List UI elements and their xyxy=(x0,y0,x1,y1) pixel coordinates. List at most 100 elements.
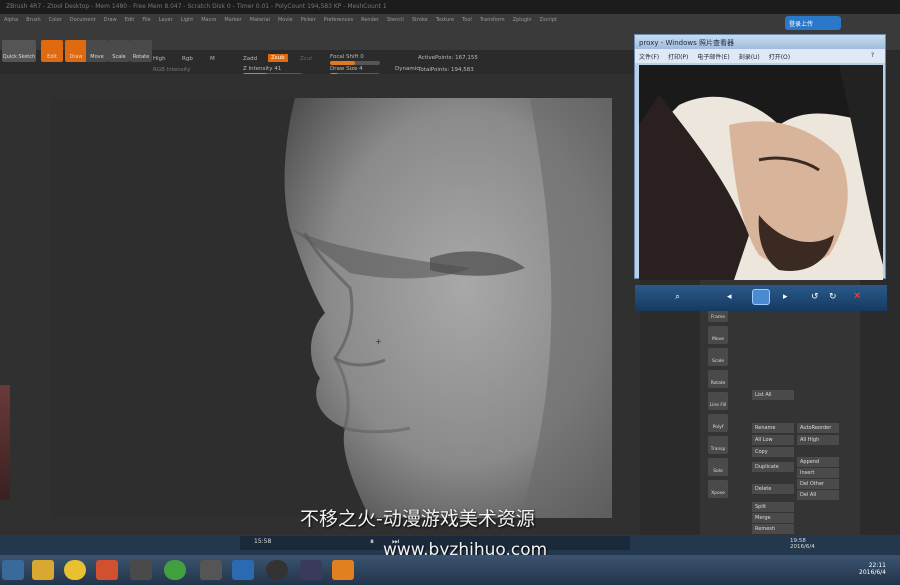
sculpt-canvas[interactable]: + xyxy=(50,98,612,518)
menu-item-render[interactable]: Render xyxy=(361,17,379,23)
start-icon[interactable] xyxy=(2,560,24,580)
focal-shift-slider[interactable]: Focal Shift 0 xyxy=(330,54,364,60)
autoreorder-button[interactable]: AutoReorder xyxy=(797,423,839,433)
menu-item-file[interactable]: File xyxy=(142,17,150,23)
menu-item-texture[interactable]: Texture xyxy=(436,17,454,23)
m-button[interactable]: M xyxy=(210,56,215,62)
rgb-button[interactable]: Rgb xyxy=(182,56,193,62)
remesh-button[interactable]: Remesh xyxy=(752,524,794,534)
menu-item-color[interactable]: Color xyxy=(49,17,62,23)
menu-item-edit[interactable]: Edit xyxy=(125,17,135,23)
delete-button[interactable]: Delete xyxy=(752,484,794,494)
menu-item-picker[interactable]: Picker xyxy=(301,17,316,23)
split-button[interactable]: Split xyxy=(752,502,794,512)
menu-item-macro[interactable]: Macro xyxy=(201,17,216,23)
move-button[interactable]: Move xyxy=(86,40,108,62)
merge-button[interactable]: Merge xyxy=(752,513,794,523)
zcut-button[interactable]: Zcut xyxy=(300,56,312,62)
menu-item-zplugin[interactable]: Zplugin xyxy=(513,17,532,23)
video-app-icon[interactable] xyxy=(300,560,322,580)
high-button[interactable]: High xyxy=(153,56,166,62)
menu-item-tool[interactable]: Tool xyxy=(462,17,472,23)
menu-item-layer[interactable]: Layer xyxy=(159,17,173,23)
smiley-icon[interactable] xyxy=(64,560,86,580)
side-scale-button[interactable]: Scale xyxy=(708,348,728,366)
viewer-menu-open[interactable]: 打开(O) xyxy=(769,54,790,61)
menu-item-document[interactable]: Document xyxy=(70,17,96,23)
zbrush-icon[interactable] xyxy=(200,560,222,580)
menu-item-brush[interactable]: Brush xyxy=(26,17,40,23)
side-transp-button[interactable]: Transp xyxy=(708,436,728,454)
folder-icon[interactable] xyxy=(32,560,54,580)
duplicate-button[interactable]: Duplicate xyxy=(752,462,794,472)
menu-item-preferences[interactable]: Preferences xyxy=(324,17,353,23)
obs-icon[interactable] xyxy=(266,560,288,580)
rgb-intensity-label[interactable]: RGB Intensity xyxy=(153,67,191,73)
menu-item-draw[interactable]: Draw xyxy=(104,17,117,23)
zsub-button[interactable]: Zsub xyxy=(268,54,288,62)
all-high-button[interactable]: All High xyxy=(797,435,839,445)
viewer-menu-print[interactable]: 打印(P) xyxy=(668,54,688,61)
draw-button[interactable]: Draw xyxy=(65,40,87,62)
next-icon[interactable]: ▸ xyxy=(783,292,788,302)
login-upload-button[interactable]: 登录上传 xyxy=(785,16,841,30)
side-xpose-button[interactable]: Xpose xyxy=(708,480,728,498)
menu-item-zscript[interactable]: Zscript xyxy=(540,17,557,23)
zadd-button[interactable]: Zadd xyxy=(243,56,257,62)
append-button[interactable]: Append xyxy=(797,457,839,467)
list-all-button[interactable]: List All xyxy=(752,390,794,400)
menu-item-stroke[interactable]: Stroke xyxy=(412,17,428,23)
menu-item-stencil[interactable]: Stencil xyxy=(387,17,404,23)
app-icon[interactable] xyxy=(130,560,152,580)
media-player-icon[interactable] xyxy=(332,560,354,580)
side-rotate-button[interactable]: Rotate xyxy=(708,370,728,388)
rotate-button[interactable]: Rotate xyxy=(130,40,152,62)
menu-item-alpha[interactable]: Alpha xyxy=(4,17,18,23)
menu-item-light[interactable]: Light xyxy=(181,17,193,23)
photo-viewer-window: proxy - Windows 照片查看器 文件(F) 打印(P) 电子邮件(E… xyxy=(634,34,887,311)
viewer-menu-email[interactable]: 电子邮件(E) xyxy=(697,54,729,61)
wechat-icon[interactable] xyxy=(164,560,186,580)
rotate-label: Rotate xyxy=(132,54,150,60)
insert-button[interactable]: Insert xyxy=(797,468,839,478)
side-polyf-button[interactable]: Polyf xyxy=(708,414,728,432)
side-solo-button[interactable]: Solo xyxy=(708,458,728,476)
blue-app-icon[interactable] xyxy=(232,560,254,580)
delete-icon[interactable]: ✕ xyxy=(853,291,861,302)
del-other-button[interactable]: Del Other xyxy=(797,479,839,489)
subtool-panel: List All Rename AutoReorder All Low All … xyxy=(700,280,860,535)
focal-shift-track[interactable] xyxy=(330,61,380,65)
side-line-fill-button[interactable]: Line Fill xyxy=(708,392,728,410)
quick-sketch-button[interactable]: Quick Sketch xyxy=(2,40,36,62)
sublime-icon[interactable] xyxy=(96,560,118,580)
side-move-button[interactable]: Move xyxy=(708,326,728,344)
draw-size-slider[interactable]: Draw Size 4 xyxy=(330,66,363,72)
all-low-button[interactable]: All Low xyxy=(752,435,794,445)
scale-button[interactable]: Scale xyxy=(108,40,130,62)
copy-button[interactable]: Copy xyxy=(752,447,794,457)
previous-icon[interactable]: ◂ xyxy=(727,292,732,302)
zoom-icon[interactable]: ⌕ xyxy=(675,292,680,302)
menu-item-transform[interactable]: Transform xyxy=(480,17,505,23)
dynamic-button[interactable]: Dynamic xyxy=(395,66,419,72)
total-points-readout: TotalPoints: 194,583 xyxy=(418,67,474,73)
watermark-title: 不移之火-动漫游戏美术资源 xyxy=(300,508,535,530)
pause-icon[interactable]: ⏸ xyxy=(370,537,374,547)
secondary-clock-date: 2016/6/4 xyxy=(790,544,815,550)
menu-row: Alpha Brush Color Document Draw Edit File Layer… xyxy=(0,14,900,26)
viewer-menu-file[interactable]: 文件(F) xyxy=(639,54,659,61)
rotate-right-icon[interactable]: ↻ xyxy=(829,292,837,302)
rename-button[interactable]: Rename xyxy=(752,423,794,433)
rotate-left-icon[interactable]: ↺ xyxy=(811,292,819,302)
edit-button[interactable]: Edit xyxy=(41,40,63,62)
secondary-clock: 19:58 2016/6/4 xyxy=(790,538,815,550)
menu-item-material[interactable]: Material xyxy=(250,17,270,23)
help-icon[interactable]: ? xyxy=(871,52,874,59)
system-clock-date: 2016/6/4 xyxy=(859,569,886,576)
menu-item-marker[interactable]: Marker xyxy=(224,17,241,23)
menu-item-movie[interactable]: Movie xyxy=(278,17,293,23)
slideshow-button[interactable] xyxy=(752,289,770,305)
del-all-button[interactable]: Del All xyxy=(797,490,839,500)
z-intensity-slider[interactable]: Z Intensity 41 xyxy=(243,66,281,72)
viewer-menu-burn[interactable]: 刻录(U) xyxy=(739,54,760,61)
